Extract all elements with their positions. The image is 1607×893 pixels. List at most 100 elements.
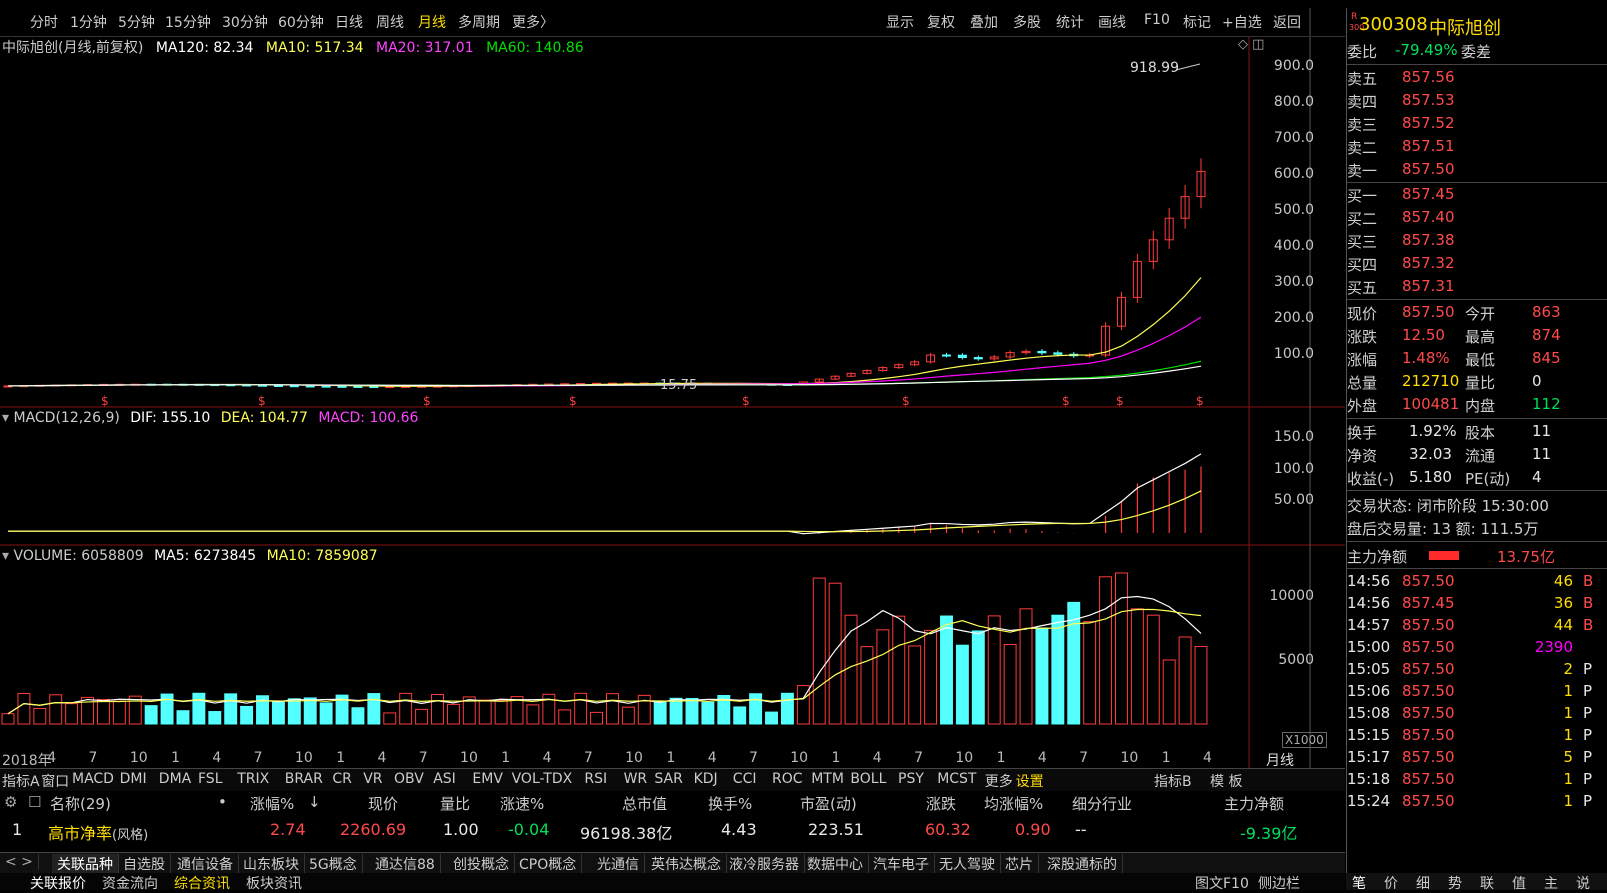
col-change[interactable]: 涨跌 (926, 793, 956, 814)
indicator-13[interactable]: VOL-TDX (512, 771, 573, 787)
col-speed[interactable]: 涨速% (500, 793, 544, 814)
indicator-3[interactable]: DMI (120, 771, 147, 787)
col-pe[interactable]: 市盈(动) (800, 793, 857, 814)
period-10[interactable]: 更多〉 (512, 12, 554, 32)
tab-7[interactable]: CPO概念 (514, 854, 583, 874)
side-tab-3[interactable]: 势 (1448, 873, 1462, 893)
tool-7[interactable]: 标记 (1183, 12, 1211, 32)
period-3[interactable]: 15分钟 (165, 12, 211, 32)
period-7[interactable]: 周线 (376, 12, 404, 32)
tab-15[interactable]: 深股通标的 (1042, 854, 1123, 874)
tool-8[interactable]: +自选 (1222, 12, 1262, 32)
tab-8[interactable]: 光通信 (592, 854, 645, 874)
indicator-12[interactable]: EMV (472, 771, 503, 787)
tool-1[interactable]: 复权 (927, 12, 955, 32)
col-avg-change[interactable]: 均涨幅% (984, 793, 1043, 814)
tab-3[interactable]: 山东板块 (238, 854, 305, 874)
side-tab-2[interactable]: 细 (1416, 873, 1430, 893)
indicator-24[interactable]: 更多 (985, 771, 1013, 791)
tab-11[interactable]: 数据中心 (802, 854, 869, 874)
col-mkt-cap[interactable]: 总市值 (622, 793, 667, 814)
indicator-9[interactable]: VR (363, 771, 382, 787)
side-tab-4[interactable]: 联 (1480, 873, 1494, 893)
indicator-23[interactable]: MCST (937, 771, 976, 787)
indicator-4[interactable]: DMA (159, 771, 191, 787)
period-0[interactable]: 分时 (30, 12, 58, 32)
tool-3[interactable]: 多股 (1013, 12, 1041, 32)
bottom-tab-1[interactable]: 资金流向 (102, 873, 158, 893)
indicator-2[interactable]: MACD (72, 771, 114, 787)
settings-icon[interactable]: ⚙ (4, 793, 17, 811)
indicator-14[interactable]: RSI (584, 771, 607, 787)
side-tab-7[interactable]: 说 (1576, 873, 1590, 893)
indicator-15[interactable]: WR (624, 771, 648, 787)
bottom-tab-3[interactable]: 板块资讯 (246, 873, 302, 893)
indicator-17[interactable]: KDJ (694, 771, 718, 787)
tool-9[interactable]: 返回 (1273, 12, 1301, 32)
tab-10[interactable]: 液冷服务器 (724, 854, 805, 874)
tool-5[interactable]: 画线 (1098, 12, 1126, 32)
indicator-21[interactable]: BOLL (850, 771, 886, 787)
indicator-0[interactable]: 指标A (2, 771, 40, 791)
tab-nav-icon[interactable]: < > (0, 854, 39, 870)
tab-5[interactable]: 通达信88 (370, 854, 441, 874)
indicator-5[interactable]: FSL (198, 771, 223, 787)
tab-2[interactable]: 通信设备 (172, 854, 239, 874)
macd-collapse-icon[interactable]: ▾ (2, 410, 9, 426)
col-price[interactable]: 现价 (368, 793, 398, 814)
indicator-22[interactable]: PSY (898, 771, 924, 787)
tool-2[interactable]: 叠加 (970, 12, 998, 32)
indicator-20[interactable]: MTM (811, 771, 844, 787)
tab-13[interactable]: 无人驾驶 (934, 854, 1001, 874)
col-industry[interactable]: 细分行业 (1072, 793, 1132, 814)
row-name[interactable]: 高市净率(风格) (48, 820, 148, 844)
indicator-6[interactable]: TRIX (237, 771, 269, 787)
col-name[interactable]: 名称(29) (50, 793, 111, 814)
side-tab-1[interactable]: 价 (1384, 873, 1398, 893)
col-net-flow[interactable]: 主力净额 (1224, 793, 1284, 814)
tab-0[interactable]: 关联品种 (52, 854, 119, 874)
indicator-8[interactable]: CR (332, 771, 352, 787)
volume-collapse-icon[interactable]: ▾ (2, 548, 9, 564)
bottom-tab-2[interactable]: 综合资讯 (174, 873, 230, 893)
tool-6[interactable]: F10 (1144, 12, 1170, 28)
tab-9[interactable]: 英伟达概念 (646, 854, 727, 874)
indicator-10[interactable]: OBV (394, 771, 424, 787)
indicator-11[interactable]: ASI (433, 771, 456, 787)
indicator-1[interactable]: 窗口 (41, 771, 69, 791)
filter-icon[interactable]: ☐ (28, 793, 41, 811)
indicator-16[interactable]: SAR (654, 771, 682, 787)
period-4[interactable]: 30分钟 (222, 12, 268, 32)
indicator-19[interactable]: ROC (772, 771, 803, 787)
period-5[interactable]: 60分钟 (278, 12, 324, 32)
template-button[interactable]: 模 板 (1210, 771, 1242, 791)
side-tab-6[interactable]: 主 (1544, 873, 1558, 893)
tool-0[interactable]: 显示 (886, 12, 914, 32)
tab-6[interactable]: 创投概念 (448, 854, 515, 874)
col-change-pct[interactable]: 涨幅% (250, 793, 294, 814)
period-9[interactable]: 多周期 (458, 12, 500, 32)
tab-4[interactable]: 5G概念 (304, 854, 363, 874)
chart-options-icon[interactable]: ◇ ◫ (1238, 37, 1264, 52)
sort-desc-icon[interactable]: ↓ (308, 793, 321, 811)
period-2[interactable]: 5分钟 (118, 12, 155, 32)
col-turnover[interactable]: 换手% (708, 793, 752, 814)
period-6[interactable]: 日线 (335, 12, 363, 32)
sidebar-button[interactable]: 侧边栏 (1258, 873, 1300, 893)
tab-1[interactable]: 自选股 (118, 854, 171, 874)
side-tab-0[interactable]: 笔 (1352, 873, 1366, 893)
indicator-b[interactable]: 指标B (1154, 771, 1192, 791)
tool-4[interactable]: 统计 (1056, 12, 1084, 32)
col-vol-ratio[interactable]: 量比 (440, 793, 470, 814)
f10-button[interactable]: 图文F10 (1195, 873, 1249, 893)
bottom-tab-0[interactable]: 关联报价 (30, 873, 86, 893)
table-row[interactable]: 1 高市净率(风格) 2.74 2260.69 1.00 -0.04 96198… (0, 818, 1345, 844)
period-8[interactable]: 月线 (418, 12, 446, 32)
indicator-18[interactable]: CCI (733, 771, 757, 787)
indicator-7[interactable]: BRAR (285, 771, 323, 787)
side-tab-5[interactable]: 值 (1512, 873, 1526, 893)
period-1[interactable]: 1分钟 (70, 12, 107, 32)
tab-12[interactable]: 汽车电子 (868, 854, 935, 874)
tab-14[interactable]: 芯片 (1000, 854, 1039, 874)
indicator-25[interactable]: 设置 (1016, 771, 1044, 791)
